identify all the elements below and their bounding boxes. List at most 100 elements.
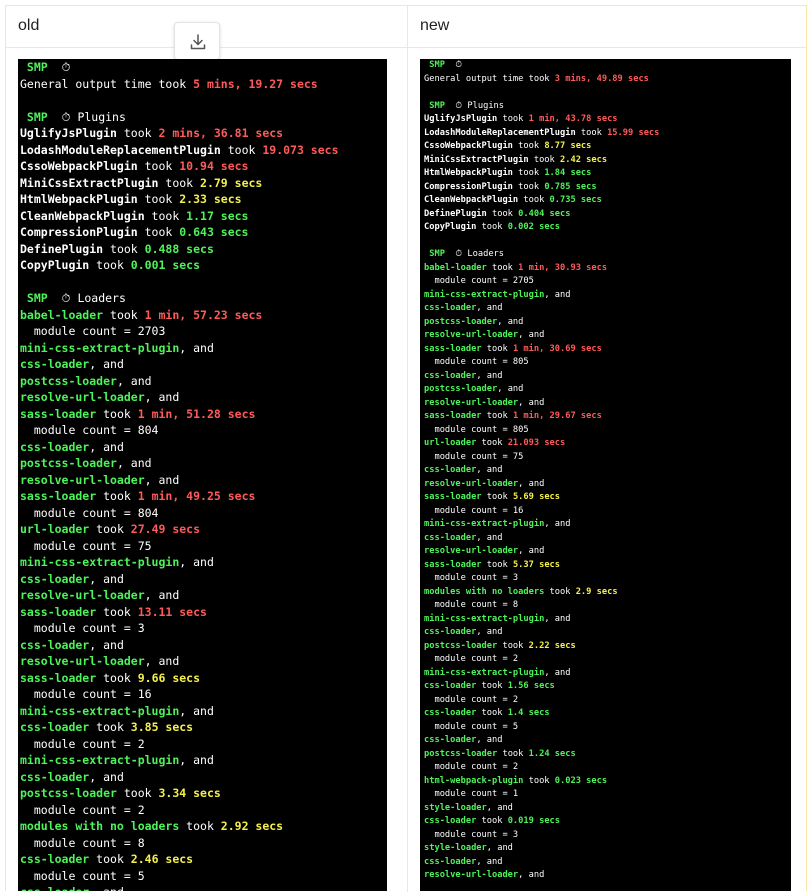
log-segment: , and — [144, 390, 180, 404]
log-line: CleanWebpackPlugin took 1.17 secs — [20, 208, 387, 225]
log-segment: mini-css-extract-plugin — [20, 555, 180, 569]
log-segment: babel-loader — [424, 262, 487, 273]
log-segment: MiniCssExtractPlugin — [20, 175, 159, 190]
log-line: postcss-loader took 2.22 secs — [424, 640, 791, 654]
log-line: mini-css-extract-plugin, and — [20, 340, 387, 357]
log-line: postcss-loader took 3.34 secs — [20, 785, 387, 802]
log-segment: css-loader — [20, 571, 90, 586]
log-line: CompressionPlugin took 0.643 secs — [20, 224, 387, 241]
log-line: css-loader, and — [424, 532, 791, 546]
log-line: module count = 8 — [20, 835, 387, 852]
log-segment: took — [89, 720, 131, 734]
log-segment: sass-loader — [20, 489, 97, 503]
log-segment: 21.093 secs — [507, 438, 566, 448]
log-segment: style-loader — [424, 802, 487, 813]
log-segment: , and — [89, 769, 124, 784]
log-line: module count = 16 — [424, 505, 791, 519]
log-segment: module count = 2 — [20, 736, 145, 751]
log-segment: mini-css-extract-plugin — [424, 613, 545, 624]
log-line: SMP ⏱ — [424, 59, 791, 73]
log-line: css-loader, and — [20, 884, 387, 891]
log-segment: took — [476, 222, 508, 232]
log-line: css-loader took 1.4 secs — [424, 707, 791, 721]
log-line: mini-css-extract-plugin, and — [20, 554, 387, 571]
log-line: HtmlWebpackPlugin took 2.33 secs — [20, 191, 387, 208]
log-line: css-loader, and — [424, 302, 791, 316]
log-line: sass-loader took 5.69 secs — [424, 491, 791, 505]
log-segment: HtmlWebpackPlugin — [20, 192, 138, 206]
log-segment: resolve-url-loader — [424, 870, 519, 880]
log-segment: module count = 2 — [424, 694, 519, 705]
log-segment: took — [96, 489, 138, 503]
log-line: url-loader took 27.49 secs — [20, 521, 387, 538]
log-line: module count = 16 — [20, 686, 387, 703]
log-line: mini-css-extract-plugin, and — [424, 518, 791, 532]
log-line: sass-loader took 5.37 secs — [424, 559, 791, 573]
log-segment: 0.735 secs — [549, 195, 602, 205]
log-segment: took — [89, 522, 131, 536]
download-icon — [190, 34, 206, 50]
log-segment: took — [481, 411, 513, 421]
log-segment: , and — [144, 654, 180, 668]
log-segment: took — [497, 640, 529, 651]
log-line: module count = 3 — [424, 829, 791, 843]
log-segment: module count = 8 — [424, 600, 519, 610]
log-segment: took — [89, 852, 131, 866]
log-segment: 1 min, 29.67 secs — [512, 411, 602, 421]
download-button[interactable] — [174, 22, 220, 60]
log-segment: 2.9 secs — [575, 586, 618, 597]
log-segment: LodashModuleReplacementPlugin — [20, 142, 221, 157]
log-line: css-loader took 3.85 secs — [20, 719, 387, 736]
log-segment: mini-css-extract-plugin — [20, 753, 180, 767]
log-segment: mini-css-extract-plugin — [20, 703, 180, 718]
log-line: module count = 1 — [424, 788, 791, 802]
log-segment: 1 min, 30.93 secs — [518, 262, 608, 273]
log-segment: url-loader — [424, 438, 477, 448]
log-segment: css-loader — [20, 852, 90, 866]
log-segment: module count = 805 — [424, 357, 529, 367]
log-segment: 1.56 secs — [507, 681, 555, 691]
log-segment: resolve-url-loader — [424, 397, 519, 408]
log-segment: ⏱ — [61, 60, 71, 74]
log-segment: css-loader — [424, 465, 477, 475]
log-line: module count = 5 — [424, 721, 791, 735]
log-line: DefinePlugin took 0.404 secs — [424, 208, 791, 222]
log-segment: module count = 3 — [424, 573, 519, 583]
log-line: resolve-url-loader, and — [424, 397, 791, 411]
log-line: resolve-url-loader, and — [20, 653, 387, 670]
log-segment: took — [144, 208, 187, 223]
log-segment: took — [481, 492, 513, 502]
log-segment: module count = 5 — [424, 721, 519, 732]
log-segment: took — [96, 406, 138, 421]
log-segment: sass-loader — [424, 343, 482, 354]
log-segment: 15.99 secs — [607, 127, 660, 138]
log-segment: postcss-loader — [424, 384, 498, 394]
log-segment: took — [179, 819, 221, 833]
log-segment: 0.023 secs — [554, 775, 608, 786]
log-line: sass-loader took 1 min, 51.28 secs — [20, 406, 387, 423]
log-segment: , and — [116, 456, 152, 470]
column-header-old: old — [18, 17, 40, 34]
log-line: postcss-loader, and — [20, 455, 387, 472]
log-line: MiniCssExtractPlugin took 2.42 secs — [424, 154, 791, 168]
log-segment: sass-loader — [20, 670, 97, 685]
log-segment: , and — [518, 546, 545, 556]
log-line: module count = 2705 — [424, 275, 791, 289]
log-segment: 1.17 secs — [186, 208, 249, 223]
log-segment: 0.404 secs — [518, 208, 571, 219]
log-segment: resolve-url-loader — [424, 546, 519, 556]
log-line: CompressionPlugin took 0.785 secs — [424, 181, 791, 195]
log-line: css-loader, and — [20, 439, 387, 456]
log-line: MiniCssExtractPlugin took 2.79 secs — [20, 175, 387, 192]
log-segment: , and — [544, 613, 571, 624]
log-line: UglifyJsPlugin took 2 mins, 36.81 secs — [20, 125, 387, 142]
log-segment: took — [137, 192, 180, 206]
log-segment: module count = 1 — [424, 789, 519, 799]
log-line: sass-loader took 9.66 secs — [20, 670, 387, 687]
log-segment: CleanWebpackPlugin — [424, 195, 519, 205]
log-segment: 5.37 secs — [512, 559, 561, 570]
log-segment: module count = 3 — [20, 621, 145, 635]
log-segment: html-webpack-plugin — [424, 775, 524, 786]
log-segment: 3 mins, 49.89 secs — [554, 73, 649, 84]
